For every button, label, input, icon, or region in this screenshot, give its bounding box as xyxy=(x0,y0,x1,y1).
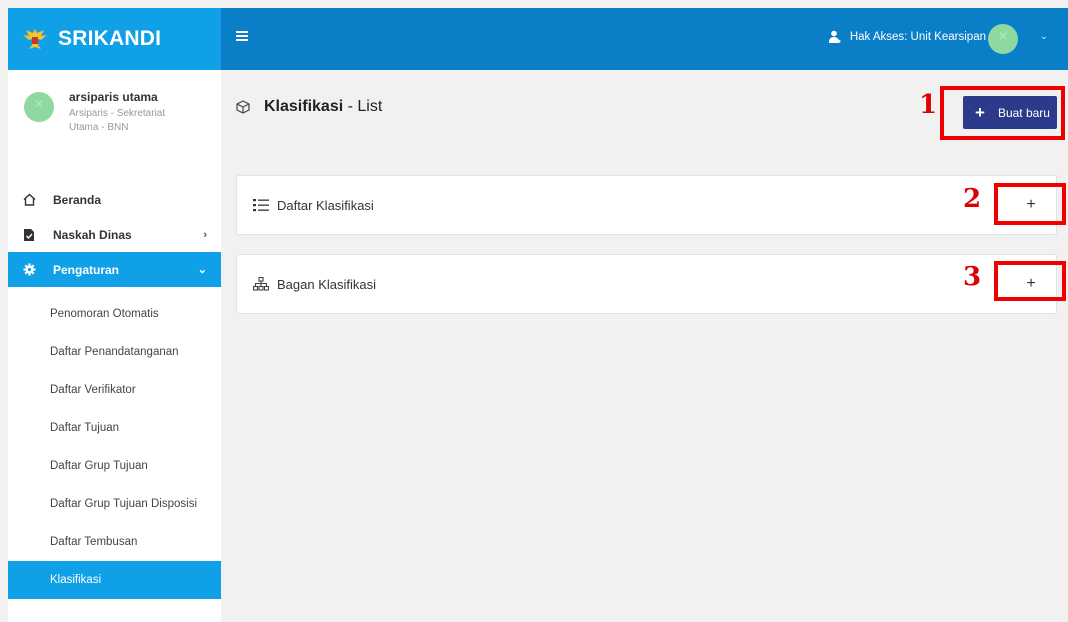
brand[interactable]: SRIKANDI xyxy=(8,8,221,70)
user-role: Arsiparis - Sekretariat Utama - BNN xyxy=(69,108,166,133)
sidebar-subitem-daftar-tujuan[interactable]: Daftar Tujuan xyxy=(8,409,221,447)
sitemap-icon xyxy=(253,277,269,291)
access-label: Hak Akses: Unit Kearsipan xyxy=(849,30,986,43)
gear-icon xyxy=(22,263,36,277)
sidebar-item-beranda[interactable]: Beranda xyxy=(8,182,221,217)
annotation-number: 3 xyxy=(963,262,982,292)
access-role[interactable]: Hak Akses: Unit Kearsipan xyxy=(828,30,986,43)
sidebar: SRIKANDI arsiparis utama Arsiparis - Sek… xyxy=(8,8,221,622)
garuda-logo-icon xyxy=(22,26,48,52)
sidebar-subitem-klasifikasi[interactable]: Klasifikasi xyxy=(8,561,221,599)
chevron-down-icon[interactable]: ⌄ xyxy=(1040,31,1048,42)
sidebar-item-naskah-dinas[interactable]: Naskah Dinas › xyxy=(8,217,221,252)
page-title: Klasifikasi - List xyxy=(264,98,383,115)
top-bar: Hak Akses: Unit Kearsipan ⌄ xyxy=(221,8,1068,70)
panel-title: Bagan Klasifikasi xyxy=(277,276,376,292)
avatar[interactable] xyxy=(988,24,1018,54)
chevron-right-icon: › xyxy=(203,228,207,241)
annotation-box xyxy=(994,183,1066,225)
sidebar-subitem-penomoran-otomatis[interactable]: Penomoran Otomatis xyxy=(8,295,221,333)
annotation-box xyxy=(994,261,1066,301)
sidebar-subitem-daftar-grup-tujuan-disposisi[interactable]: Daftar Grup Tujuan Disposisi xyxy=(8,485,221,523)
chevron-down-icon: ⌄ xyxy=(197,264,207,276)
page-header: Klasifikasi - List xyxy=(236,98,382,116)
sidebar-subitem-daftar-grup-tujuan[interactable]: Daftar Grup Tujuan xyxy=(8,447,221,485)
document-check-icon xyxy=(22,228,36,242)
sidebar-item-label: Beranda xyxy=(53,192,102,207)
panel-bagan-klasifikasi: Bagan Klasifikasi + xyxy=(236,254,1057,314)
annotation-box xyxy=(940,86,1065,140)
sidebar-item-label: Naskah Dinas xyxy=(53,227,132,242)
home-icon xyxy=(22,193,36,207)
user-icon xyxy=(828,30,842,43)
avatar[interactable] xyxy=(24,92,54,122)
sidebar-item-pengaturan[interactable]: Pengaturan ⌄ xyxy=(8,252,221,287)
user-profile: arsiparis utama Arsiparis - Sekretariat … xyxy=(8,70,221,170)
panel-daftar-klasifikasi: Daftar Klasifikasi + xyxy=(236,175,1057,235)
sidebar-subitem-daftar-penandatanganan[interactable]: Daftar Penandatanganan xyxy=(8,333,221,371)
sidebar-item-label: Pengaturan xyxy=(53,262,120,277)
sidebar-subitem-daftar-verifikator[interactable]: Daftar Verifikator xyxy=(8,371,221,409)
brand-name: SRIKANDI xyxy=(58,27,162,50)
hamburger-menu-icon[interactable] xyxy=(236,31,248,42)
annotation-number: 1 xyxy=(919,90,938,120)
sidebar-subitem-daftar-tembusan[interactable]: Daftar Tembusan xyxy=(8,523,221,561)
cube-icon xyxy=(236,100,250,114)
list-icon xyxy=(253,198,269,212)
panel-title: Daftar Klasifikasi xyxy=(277,197,374,213)
user-name: arsiparis utama xyxy=(69,90,158,104)
annotation-number: 2 xyxy=(963,184,982,214)
